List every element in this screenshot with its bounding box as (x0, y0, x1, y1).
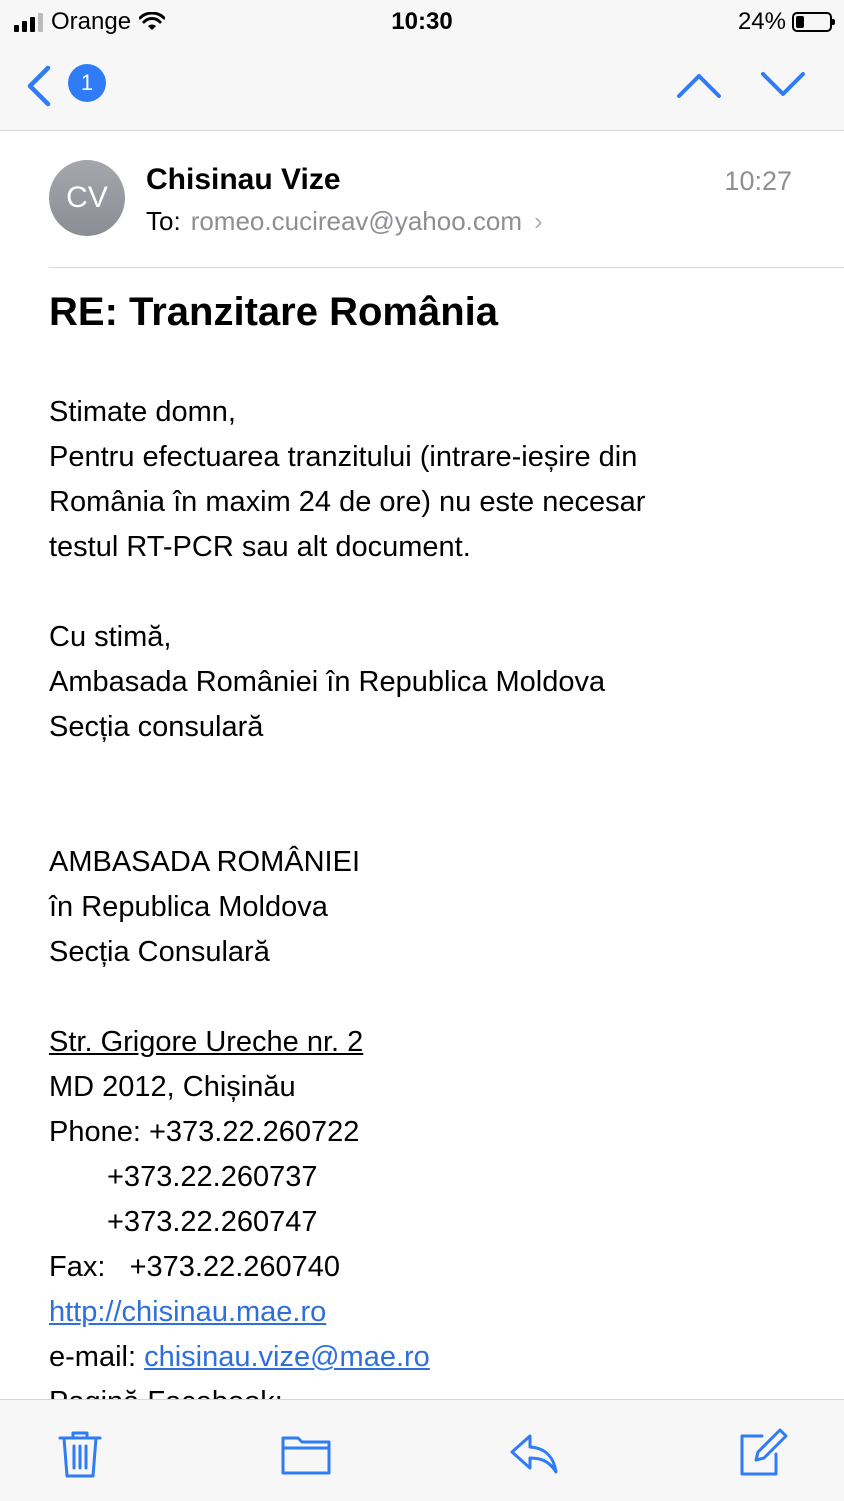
compose-icon[interactable] (736, 1428, 788, 1480)
status-bar: Orange 10:30 24% (0, 0, 844, 44)
signature-org: AMBASADA ROMÂNIEI (49, 846, 361, 878)
closing-line: Cu stimă, (49, 621, 172, 653)
body-line: România în maxim 24 de ore) nu este nece… (49, 486, 646, 518)
header-divider (49, 267, 844, 268)
email-label: e-mail: (49, 1341, 145, 1373)
signature-phone[interactable]: +373.22.260737 (49, 1155, 809, 1200)
battery-percent: 24% (737, 8, 786, 35)
unread-count-badge[interactable]: 1 (68, 64, 106, 102)
body-line: Pentru efectuarea tranzitului (intrare-i… (49, 441, 638, 473)
greeting-line: Stimate domn, (49, 396, 236, 428)
message-subject: RE: Tranzitare România (49, 290, 499, 334)
website-link[interactable]: http://chisinau.mae.ro (49, 1296, 326, 1328)
sender-name[interactable]: Chisinau Vize (146, 163, 341, 197)
body-line: testul RT-PCR sau alt document. (49, 531, 471, 563)
battery-icon (792, 12, 835, 32)
folder-icon[interactable] (280, 1428, 332, 1480)
signoff-line: Ambasada României în Republica Moldova (49, 666, 606, 698)
signature-website-row: http://chisinau.mae.ro (49, 1290, 809, 1335)
recipient-row[interactable]: To: romeo.cucireav@yahoo.com › (146, 206, 543, 237)
signature-fax: Fax: +373.22.260740 (49, 1251, 341, 1283)
status-time: 10:30 (391, 8, 453, 35)
email-link[interactable]: chisinau.vize@mae.ro (144, 1341, 430, 1373)
status-right: 24% (737, 8, 835, 36)
navigation-bar: 1 (0, 44, 844, 131)
recipient-address[interactable]: romeo.cucireav@yahoo.com (191, 206, 522, 237)
back-chevron-icon[interactable] (22, 64, 62, 108)
signature-org: în Republica Moldova (49, 891, 328, 923)
next-message-icon[interactable] (760, 68, 806, 102)
reply-icon[interactable] (508, 1428, 560, 1480)
signature-city: MD 2012, Chișinău (49, 1071, 296, 1103)
signature-address: Str. Grigore Ureche nr. 2 (49, 1020, 809, 1065)
to-label: To: (146, 206, 181, 236)
signature-org: Secția Consulară (49, 936, 270, 968)
message-body: Stimate domn, Pentru efectuarea tranzitu… (49, 390, 809, 1425)
signature-phone[interactable]: +373.22.260747 (49, 1200, 809, 1245)
chevron-right-icon[interactable]: › (534, 206, 543, 237)
previous-message-icon[interactable] (676, 68, 722, 102)
trash-icon[interactable] (54, 1428, 106, 1480)
signature-email-row: e-mail: chisinau.vize@mae.ro (49, 1335, 809, 1380)
message-time: 10:27 (724, 166, 792, 196)
signature-phone[interactable]: Phone: +373.22.260722 (49, 1110, 809, 1155)
sender-avatar[interactable]: CV (49, 160, 125, 236)
signoff-line: Secția consulară (49, 711, 264, 743)
street-address[interactable]: Str. Grigore Ureche nr. 2 (49, 1026, 363, 1058)
bottom-toolbar (0, 1399, 844, 1501)
